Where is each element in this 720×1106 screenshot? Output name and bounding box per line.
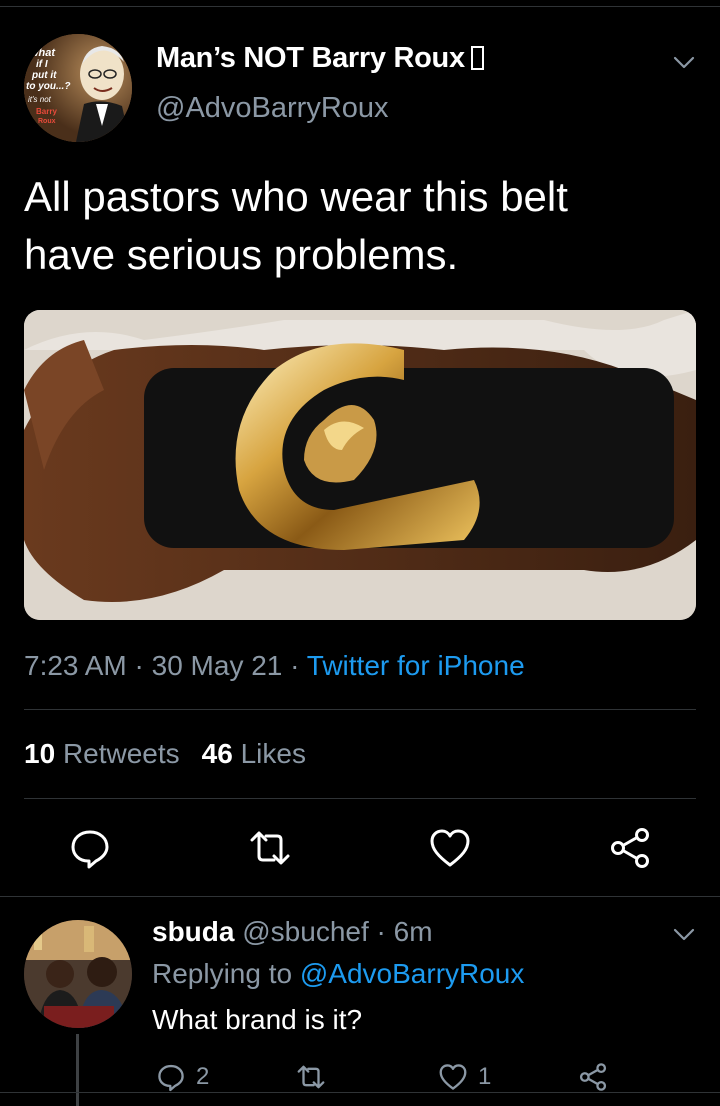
replying-to: Replying to @AdvoBarryRoux: [152, 958, 524, 990]
reply-retweet-button[interactable]: [296, 1062, 326, 1092]
avatar-caption-6: Barry: [36, 107, 57, 116]
avatar-caption-1: what: [30, 47, 56, 59]
meta-separator-1: ·: [126, 650, 152, 681]
tweet-stats: 10 Retweets 46 Likes: [24, 738, 306, 770]
tweet-date: 30 May 21: [151, 650, 283, 681]
tweet-text-line-1: All pastors who wear this belt: [24, 173, 568, 220]
author-name-text: Man’s NOT Barry Roux: [156, 42, 465, 74]
reply-header: sbuda @sbuchef · 6m: [152, 916, 433, 948]
replying-to-label: Replying to: [152, 958, 293, 989]
likes-label: Likes: [240, 738, 306, 769]
avatar-caption-2: if I: [36, 59, 48, 70]
avatar-caption-5: it's not: [28, 95, 52, 104]
retweets-count: 10: [24, 738, 56, 769]
avatar-caption-7: Roux: [38, 118, 56, 125]
tweet-text-line-2: have serious problems.: [24, 231, 459, 278]
reply-reply-count: 2: [196, 1063, 210, 1090]
replying-to-handle[interactable]: @AdvoBarryRoux: [300, 958, 525, 989]
tweet-time: 7:23 AM: [24, 650, 127, 681]
likes-count: 46: [201, 738, 233, 769]
chevron-down-icon[interactable]: [672, 922, 696, 946]
top-divider: [0, 6, 720, 7]
reply-time: 6m: [393, 916, 433, 947]
divider: [24, 798, 696, 799]
retweets-label: Retweets: [62, 738, 180, 769]
author-display-name[interactable]: Man’s NOT Barry Roux: [156, 42, 484, 75]
reply-icon: [158, 1064, 184, 1092]
reply-button[interactable]: [68, 826, 112, 870]
divider: [0, 896, 720, 897]
author-handle[interactable]: @AdvoBarryRoux: [156, 92, 389, 125]
belt-buckle-photo-icon: [24, 310, 696, 620]
likes-stat[interactable]: 46 Likes: [202, 738, 306, 769]
reply-display-name[interactable]: sbuda: [152, 916, 234, 947]
like-button[interactable]: [428, 826, 472, 870]
thread-connector-line: [76, 1034, 79, 1106]
retweet-icon: [297, 1065, 325, 1089]
reply-like-button[interactable]: 1: [438, 1062, 491, 1092]
reply-handle[interactable]: @sbuchef: [242, 916, 369, 947]
reply-text: What brand is it?: [152, 1004, 363, 1035]
divider: [24, 709, 696, 710]
tweet-source-link[interactable]: Twitter for iPhone: [307, 650, 525, 681]
share-icon: [579, 1063, 607, 1091]
reply-share-button[interactable]: [578, 1062, 608, 1092]
retweets-stat[interactable]: 10 Retweets: [24, 738, 180, 769]
share-button[interactable]: [608, 826, 652, 870]
share-icon: [611, 828, 649, 868]
flag-emoji-icon: [470, 46, 484, 70]
retweet-icon: [250, 831, 290, 865]
heart-icon: [439, 1064, 467, 1090]
tweet-media-photo[interactable]: [24, 310, 696, 620]
reply-like-count: 1: [478, 1063, 492, 1090]
avatar-caption-3: put it: [31, 70, 57, 81]
chevron-down-icon[interactable]: [672, 50, 696, 74]
retweet-button[interactable]: [248, 826, 292, 870]
bottom-divider: [0, 1092, 720, 1093]
group-photo-icon: [24, 920, 132, 1028]
reply-author-avatar[interactable]: [24, 920, 132, 1028]
tweet-timestamp: 7:23 AM · 30 May 21 · Twitter for iPhone: [24, 650, 525, 682]
avatar-caption-4: to you...?: [26, 81, 70, 92]
cartoon-portrait-icon: what if I put it to you...? it's not Bar…: [24, 34, 132, 142]
reply-separator: ·: [368, 916, 394, 947]
author-avatar[interactable]: what if I put it to you...? it's not Bar…: [24, 34, 132, 142]
meta-separator-2: ·: [282, 650, 307, 681]
tweet-text: All pastors who wear this belt have seri…: [24, 168, 696, 284]
heart-icon: [430, 829, 470, 867]
reply-icon: [71, 830, 109, 869]
reply-reply-button[interactable]: 2: [156, 1062, 209, 1092]
